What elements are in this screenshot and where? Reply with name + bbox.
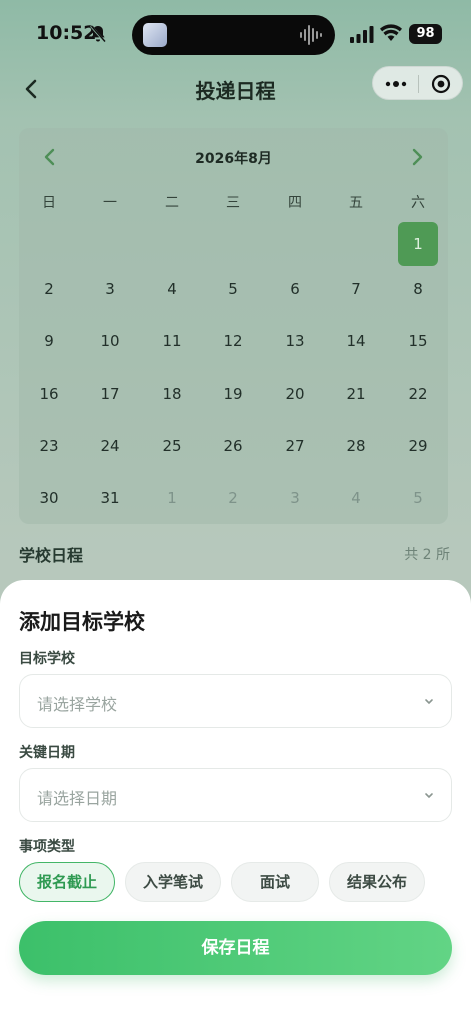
calendar-day-next-month[interactable]: 4 <box>336 476 376 520</box>
calendar-day[interactable]: 17 <box>90 372 130 416</box>
school-select-placeholder: 请选择学校 <box>37 695 118 714</box>
school-field-label: 目标学校 <box>19 651 75 667</box>
calendar-day[interactable]: 24 <box>90 424 130 468</box>
calendar-day[interactable]: 27 <box>275 424 315 468</box>
calendar-day[interactable]: 31 <box>90 476 130 520</box>
type-chip-deadline[interactable]: 报名截止 <box>19 862 115 902</box>
calendar-day[interactable]: 1 <box>398 222 438 266</box>
calendar-day[interactable]: 21 <box>336 372 376 416</box>
calendar-day[interactable]: 14 <box>336 319 376 363</box>
calendar-day-next-month[interactable]: 3 <box>275 476 315 520</box>
weekday-label: 日 <box>42 195 56 211</box>
calendar-day[interactable]: 6 <box>275 267 315 311</box>
app-screen: 10:52 98 投递日程 2026年8月 日 一 二 三 四 五 六 1 2 … <box>0 0 471 1024</box>
calendar-day[interactable]: 7 <box>336 267 376 311</box>
school-schedule-title: 学校日程 <box>19 546 84 565</box>
calendar-day[interactable]: 12 <box>213 319 253 363</box>
calendar-day[interactable]: 5 <box>213 267 253 311</box>
calendar-day[interactable]: 4 <box>152 267 192 311</box>
calendar-card: 2026年8月 日一二三四五六 1 2 3 4 5 6 7 8 9 10 11 12 13 14 15 16 1… <box>19 128 448 524</box>
chevron-down-icon <box>425 793 433 799</box>
add-school-sheet: 添加目标学校 目标学校 请选择学校 关键日期 请选择日期 事项类型 报名截止 入… <box>0 580 471 1024</box>
status-bar: 10:52 98 <box>0 0 471 70</box>
calendar-day[interactable]: 19 <box>213 372 253 416</box>
calendar-month-label: 2026年8月 <box>195 151 272 167</box>
calendar-day[interactable]: 11 <box>152 319 192 363</box>
avatar <box>143 23 167 47</box>
date-select[interactable]: 请选择日期 <box>19 768 452 822</box>
calendar-day[interactable]: 28 <box>336 424 376 468</box>
calendar-day-next-month[interactable]: 5 <box>398 476 438 520</box>
calendar-day[interactable]: 13 <box>275 319 315 363</box>
calendar-day[interactable]: 16 <box>29 372 69 416</box>
dynamic-island <box>132 15 335 55</box>
weekday-label: 五 <box>349 195 363 211</box>
type-chip-interview[interactable]: 面试 <box>231 862 319 902</box>
calendar-day[interactable]: 10 <box>90 319 130 363</box>
mini-program-capsule <box>372 66 463 100</box>
date-field-label: 关键日期 <box>19 745 75 761</box>
weekday-header: 日一二三四五六 <box>19 192 448 214</box>
calendar-day[interactable]: 2 <box>29 267 69 311</box>
bell-muted-icon <box>90 25 106 43</box>
calendar-day[interactable]: 3 <box>90 267 130 311</box>
wifi-icon <box>380 24 402 41</box>
battery-indicator: 98 <box>409 24 442 44</box>
weekday-label: 一 <box>103 195 117 211</box>
audio-wave-icon <box>300 25 322 45</box>
save-schedule-button[interactable]: 保存日程 <box>19 921 452 975</box>
weekday-label: 六 <box>411 195 425 211</box>
capsule-divider <box>418 75 419 93</box>
school-schedule-count: 共 2 所 <box>404 547 450 563</box>
weekday-label: 二 <box>165 195 179 211</box>
calendar-day[interactable]: 9 <box>29 319 69 363</box>
chevron-right-icon[interactable] <box>410 148 424 166</box>
weekday-label: 四 <box>288 195 302 211</box>
calendar-day-next-month[interactable]: 1 <box>152 476 192 520</box>
calendar-day[interactable]: 15 <box>398 319 438 363</box>
calendar-day[interactable]: 22 <box>398 372 438 416</box>
more-icon[interactable] <box>384 76 408 92</box>
calendar-day[interactable]: 29 <box>398 424 438 468</box>
cellular-signal-icon <box>350 26 374 43</box>
calendar-day[interactable]: 23 <box>29 424 69 468</box>
sheet-title: 添加目标学校 <box>19 610 145 634</box>
calendar-day[interactable]: 8 <box>398 267 438 311</box>
chevron-down-icon <box>425 699 433 705</box>
type-chip-result[interactable]: 结果公布 <box>329 862 425 902</box>
date-select-placeholder: 请选择日期 <box>37 789 118 808</box>
calendar-day[interactable]: 18 <box>152 372 192 416</box>
calendar-day[interactable]: 26 <box>213 424 253 468</box>
status-time: 10:52 <box>36 22 97 44</box>
type-field-label: 事项类型 <box>19 839 75 855</box>
calendar-day[interactable]: 30 <box>29 476 69 520</box>
weekday-label: 三 <box>226 195 240 211</box>
calendar-day[interactable]: 20 <box>275 372 315 416</box>
calendar-day[interactable]: 25 <box>152 424 192 468</box>
calendar-day-next-month[interactable]: 2 <box>213 476 253 520</box>
close-target-icon[interactable] <box>431 74 451 94</box>
navigation-bar: 投递日程 <box>0 66 471 112</box>
school-select[interactable]: 请选择学校 <box>19 674 452 728</box>
type-chip-exam[interactable]: 入学笔试 <box>125 862 221 902</box>
